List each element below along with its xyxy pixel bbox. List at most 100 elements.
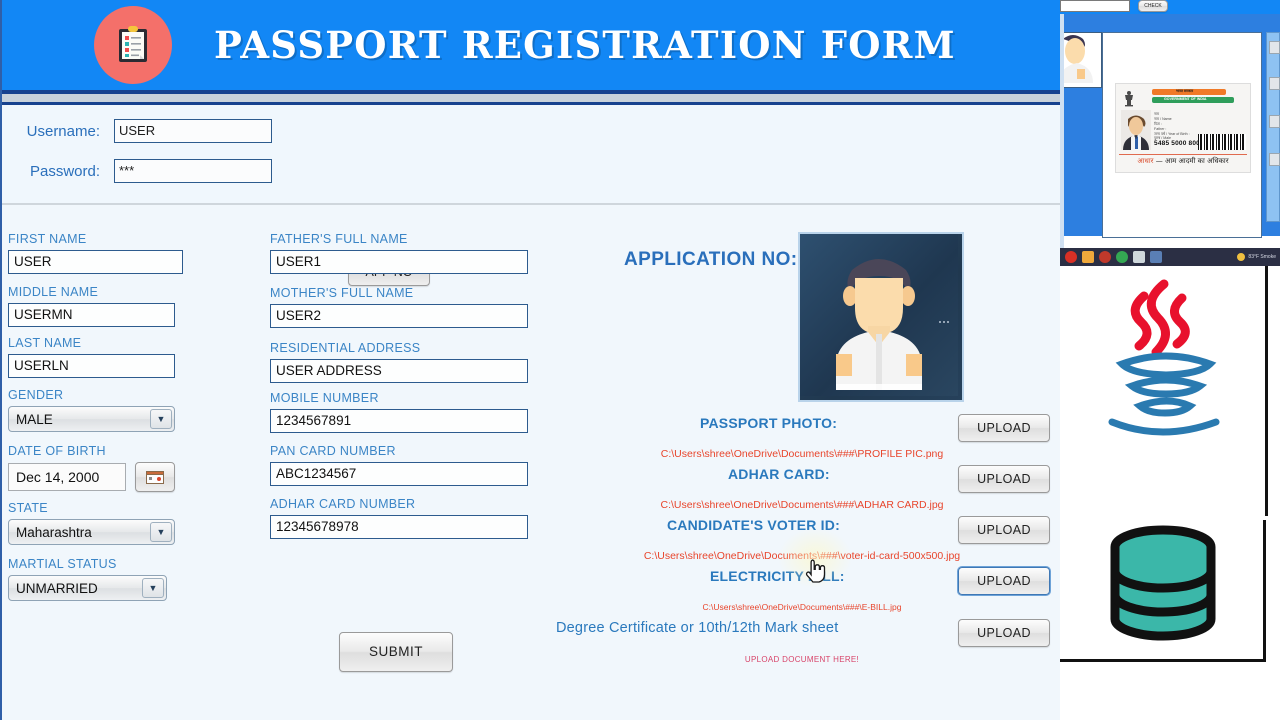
pan-card-number-label: PAN CARD NUMBER (270, 444, 396, 458)
field-mobile-number: MOBILE NUMBER (270, 391, 528, 433)
chevron-down-icon[interactable]: ▼ (150, 409, 172, 429)
state-select[interactable]: Maharashtra ▼ (8, 519, 175, 545)
files-icon[interactable] (1082, 251, 1094, 263)
app-header: PASSPORT REGISTRATION FORM (2, 0, 1060, 90)
weather-text: 83°F Smoke (1248, 254, 1276, 260)
username-input[interactable] (114, 119, 272, 143)
field-residential-address: RESIDENTIAL ADDRESS (270, 341, 528, 383)
clipboard-checklist-icon (94, 6, 172, 84)
avatar-thumbnail (1062, 32, 1102, 88)
gender-label: GENDER (8, 388, 64, 402)
adhar-card-number-input[interactable] (270, 515, 528, 539)
field-state: STATE Maharashtra ▼ (8, 501, 183, 545)
state-label: STATE (8, 501, 48, 515)
marital-status-select[interactable]: UNMARRIED ▼ (8, 575, 167, 601)
aadhaar-father-line: Father : (1154, 127, 1167, 131)
background-button-column (1266, 32, 1280, 222)
os-taskbar: 83°F Smoke (1060, 248, 1280, 266)
upload-path-voter-id: C:\Users\shree\OneDrive\Documents\###\vo… (643, 550, 961, 562)
barcode-icon (1198, 134, 1246, 150)
screen: PASSPORT REGISTRATION FORM Username: Pas… (0, 0, 1280, 720)
background-mini-button-1[interactable] (1269, 41, 1280, 54)
page-title: PASSPORT REGISTRATION FORM (214, 23, 956, 67)
background-search-field[interactable] (1060, 0, 1130, 12)
background-mini-button-4[interactable] (1269, 153, 1280, 166)
gender-value: MALE (16, 412, 53, 427)
last-name-input[interactable] (8, 354, 175, 378)
mysql-area-border (1060, 520, 1266, 662)
chevron-down-icon[interactable]: ▼ (142, 578, 164, 598)
mothers-name-label: MOTHER'S FULL NAME (270, 286, 414, 300)
application-no-label: APPLICATION NO: (624, 249, 798, 270)
fathers-name-label: FATHER'S FULL NAME (270, 232, 408, 246)
aadhaar-slogan-red: आधार (1137, 157, 1154, 165)
chevron-down-icon[interactable]: ▼ (150, 522, 172, 542)
form-column-middle: FATHER'S FULL NAME MOTHER'S FULL NAME RE… (270, 232, 528, 550)
background-mini-button-3[interactable] (1269, 115, 1280, 128)
record-icon[interactable] (1099, 251, 1111, 263)
password-input[interactable] (114, 159, 272, 183)
field-pan-card-number: PAN CARD NUMBER (270, 444, 528, 486)
field-first-name: FIRST NAME (8, 232, 183, 274)
india-emblem-icon (1122, 89, 1136, 107)
first-name-label: FIRST NAME (8, 232, 87, 246)
date-of-birth-input[interactable] (8, 463, 126, 491)
background-window-panel: CHECK भारत सरकार GOVERNMENT OF INDIA नाम… (1060, 0, 1280, 720)
marital-status-value: UNMARRIED (16, 581, 98, 596)
check-button[interactable]: CHECK (1138, 0, 1168, 12)
background-left-edge (1060, 14, 1064, 262)
upload-path-electricity-bill: C:\Users\shree\OneDrive\Documents\###\E-… (702, 602, 902, 612)
calendar-icon[interactable] (135, 462, 175, 492)
opera-icon[interactable] (1065, 251, 1077, 263)
passport-photo-preview (798, 232, 964, 402)
mobile-number-label: MOBILE NUMBER (270, 391, 379, 405)
field-fathers-name: FATHER'S FULL NAME (270, 232, 528, 274)
upload-row-voter-id: CANDIDATE'S VOTER ID: UPLOAD (542, 516, 1060, 544)
background-mini-button-2[interactable] (1269, 77, 1280, 90)
upload-button-passport-photo[interactable]: UPLOAD (958, 414, 1050, 442)
upload-hint-degree-certificate: UPLOAD DOCUMENT HERE! (744, 655, 860, 664)
mothers-name-input[interactable] (270, 304, 528, 328)
gender-select[interactable]: MALE ▼ (8, 406, 175, 432)
upload-section: PASSPORT PHOTO: UPLOAD C:\Users\shree\On… (542, 414, 1060, 664)
adhar-card-number-label: ADHAR CARD NUMBER (270, 497, 416, 511)
date-of-birth-label: DATE OF BIRTH (8, 444, 106, 458)
upload-button-voter-id[interactable]: UPLOAD (958, 516, 1050, 544)
field-adhar-card-number: ADHAR CARD NUMBER (270, 497, 528, 539)
aadhaar-card-preview: भारत सरकार GOVERNMENT OF INDIA नाम नाम /… (1102, 32, 1262, 238)
java-logo-area: Java (1060, 266, 1280, 720)
date-of-birth-row (8, 462, 183, 492)
middle-name-input[interactable] (8, 303, 175, 327)
pan-card-number-input[interactable] (270, 462, 528, 486)
weather-widget[interactable]: 83°F Smoke (1237, 253, 1276, 261)
submit-button[interactable]: SUBMIT (339, 632, 453, 672)
residential-address-input[interactable] (270, 359, 528, 383)
mobile-number-input[interactable] (270, 409, 528, 433)
section-divider (2, 203, 1060, 205)
state-value: Maharashtra (16, 525, 92, 540)
box-icon[interactable] (1133, 251, 1145, 263)
java-area-border (1265, 266, 1268, 516)
chrome-icon[interactable] (1116, 251, 1128, 263)
field-middle-name: MIDDLE NAME (8, 285, 183, 327)
password-label: Password: (29, 162, 100, 180)
aadhaar-divider (1119, 154, 1247, 155)
upload-button-adhar-card[interactable]: UPLOAD (958, 465, 1050, 493)
middle-name-label: MIDDLE NAME (8, 285, 99, 299)
fathers-name-input[interactable] (270, 250, 528, 274)
aadhaar-number: 5485 5000 8000 (1154, 140, 1204, 147)
upload-path-adhar-card: C:\Users\shree\OneDrive\Documents\###\AD… (660, 499, 944, 511)
aadhaar-card: भारत सरकार GOVERNMENT OF INDIA नाम नाम /… (1115, 83, 1251, 173)
first-name-input[interactable] (8, 250, 183, 274)
field-last-name: LAST NAME (8, 336, 183, 378)
upload-label-degree-certificate: Degree Certificate or 10th/12th Mark she… (556, 620, 839, 636)
aadhaar-slogan-rest: — आम आदमी का अधिकार (1155, 157, 1229, 165)
upload-button-degree-certificate[interactable]: UPLOAD (958, 619, 1050, 647)
aadhaar-gov-english: GOVERNMENT OF INDIA (1164, 97, 1207, 101)
marital-status-label: MARTIAL STATUS (8, 557, 117, 571)
upload-label-passport-photo: PASSPORT PHOTO: (700, 415, 838, 431)
aadhaar-photo (1121, 110, 1151, 150)
upload-button-electricity-bill[interactable]: UPLOAD (958, 567, 1050, 595)
username-label: Username: (26, 122, 100, 140)
contacts-icon[interactable] (1150, 251, 1162, 263)
